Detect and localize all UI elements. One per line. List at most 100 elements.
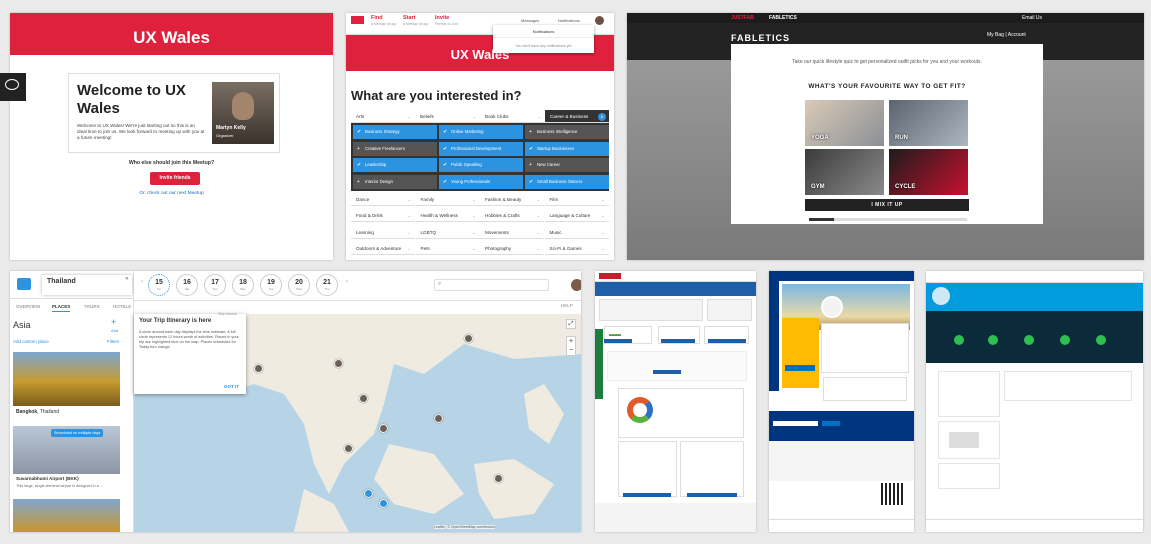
nav-start[interactable]: Start [403, 15, 416, 21]
place-image-bangkok[interactable] [13, 352, 120, 406]
category-item[interactable]: Sci-Fi & Games ⌄ [544, 242, 609, 255]
messages-link[interactable]: Messages [521, 18, 539, 23]
interest-business-strategy[interactable]: ✔ Business Strategy [353, 125, 437, 139]
category-item[interactable]: Health & Wellness ⌄ [415, 209, 480, 223]
fullscreen-icon[interactable]: ⤢ [566, 319, 576, 329]
search-button[interactable] [785, 365, 815, 371]
place-name-airport[interactable]: Suvarnabhumi Airport (BKK) [16, 476, 79, 481]
option-yoga[interactable]: YOGA [805, 100, 884, 146]
day-17[interactable]: 17 Sun [204, 274, 226, 296]
subscribe-button[interactable] [822, 421, 840, 426]
option-cycle[interactable]: CYCLE [889, 149, 968, 195]
close-icon[interactable]: ✕ [125, 276, 129, 282]
interest-young-professionals[interactable]: ✔ Young Professionals [439, 174, 523, 189]
email-us-link[interactable]: Email Us [1022, 15, 1042, 21]
category-item[interactable]: LGBTQ ⌄ [415, 226, 480, 239]
chat-button[interactable] [0, 73, 26, 101]
nav-find[interactable]: Find [371, 15, 383, 21]
category-item[interactable]: Language & Culture ⌄ [544, 209, 609, 223]
category-item[interactable]: Film ⌄ [544, 193, 609, 206]
map-pin[interactable] [434, 414, 443, 423]
view-more-button[interactable] [687, 493, 737, 497]
category-item[interactable]: Family ⌄ [415, 193, 480, 206]
zoom-controls[interactable]: + − [566, 336, 576, 356]
place-image-temple[interactable] [13, 499, 120, 532]
invite-friends-button[interactable]: Invite friends [150, 172, 200, 185]
select-button[interactable] [708, 339, 746, 343]
interest-interior-design[interactable]: + Interior Design [353, 174, 437, 189]
category-item[interactable]: Outdoors & Adventure ⌄ [351, 242, 415, 255]
trip-icon[interactable] [17, 278, 31, 290]
day-21[interactable]: 21 Thu [316, 274, 338, 296]
day-15[interactable]: 15 Fri [148, 274, 170, 296]
add-label[interactable]: Add [111, 328, 118, 333]
fabletics-topbar-link[interactable]: FABLETICS [769, 15, 797, 21]
map-pin[interactable] [379, 424, 388, 433]
country-selector[interactable]: Thailand ✕ [42, 275, 132, 295]
map-pin-selected[interactable] [364, 489, 373, 498]
avatar[interactable] [595, 16, 604, 25]
site-logo[interactable] [599, 273, 621, 279]
select-button[interactable] [604, 339, 632, 343]
notifications-link[interactable]: Notifications [558, 18, 580, 23]
tab-hotels[interactable]: HOTELS [113, 304, 131, 309]
interest-leadership[interactable]: ✔ Leadership [353, 158, 437, 172]
filters-link[interactable]: Filters [107, 339, 119, 344]
tab-places[interactable]: PLACES [52, 304, 71, 312]
category-item[interactable]: Learning ⌄ [351, 226, 415, 239]
category-item[interactable]: Food & Drink ⌄ [351, 209, 415, 223]
justfab-link[interactable]: JUSTFAB [731, 15, 754, 21]
day-16[interactable]: 16 Sat [176, 274, 198, 296]
interest-public-speaking[interactable]: ✔ Public Speaking [439, 158, 523, 172]
interest-business-intelligence[interactable]: + Business Intelligence [525, 125, 609, 139]
mix-it-up-button[interactable]: I MIX IT UP [805, 199, 969, 211]
map-pin[interactable] [464, 334, 473, 343]
brand-logo[interactable]: FABLETICS [731, 33, 790, 43]
interest-professional-development[interactable]: ✔ Professional Development [439, 141, 523, 156]
add-custom-place-link[interactable]: Add custom place [13, 339, 49, 344]
map-pin[interactable] [344, 444, 353, 453]
category-item[interactable]: Hobbies & Crafts ⌄ [480, 209, 544, 223]
map-pin[interactable] [494, 474, 503, 483]
map-pin[interactable] [254, 364, 263, 373]
add-icon[interactable]: + [111, 317, 116, 327]
place-image-airport[interactable]: Scheduled on multiple days [13, 426, 120, 474]
category-item[interactable]: Dance ⌄ [351, 193, 415, 206]
user-avatar[interactable] [571, 279, 581, 291]
category-career-business[interactable]: Career & Business 8 [545, 110, 609, 123]
map-pin-selected[interactable] [379, 499, 388, 508]
map-pin[interactable] [359, 394, 368, 403]
interest-online-marketing[interactable]: ✔ Online Marketing [439, 125, 523, 139]
select-button[interactable] [661, 339, 695, 343]
got-it-button[interactable]: GOT IT [224, 384, 239, 389]
interest-small-business-owners[interactable]: ✔ Small Business Owners [525, 174, 609, 189]
day-19[interactable]: 19 Tue [260, 274, 282, 296]
help-link[interactable]: HELP [561, 303, 573, 308]
next-meetup-link[interactable]: Or, check out our next Meetup [10, 191, 333, 196]
chevron-right-icon[interactable]: › [346, 279, 348, 285]
nav-invite[interactable]: Invite [435, 15, 449, 21]
meetup-logo[interactable] [351, 16, 364, 24]
view-more-button[interactable] [623, 493, 671, 497]
day-20[interactable]: 20 Wed [288, 274, 310, 296]
search-input[interactable]: ⌕ [434, 279, 549, 291]
skip-tutorial-link[interactable]: Skip tutorial [218, 312, 237, 316]
tab-tours[interactable]: TOURS [84, 304, 100, 309]
chevron-left-icon[interactable]: ‹ [141, 279, 143, 285]
place-name-bangkok[interactable]: Bangkok, Thailand [16, 409, 59, 415]
interest-startup-businesses[interactable]: ✔ Startup Businesses [525, 141, 609, 156]
interest-new-career[interactable]: + New Career [525, 158, 609, 172]
tab-overview[interactable]: OVERVIEW [16, 304, 40, 309]
category-item[interactable]: Movements ⌄ [480, 226, 544, 239]
option-gym[interactable]: GYM [805, 149, 884, 195]
continue-button[interactable] [653, 370, 681, 374]
day-18[interactable]: 18 Mon [232, 274, 254, 296]
category-item[interactable]: Fashion & Beauty ⌄ [480, 193, 544, 206]
interest-creative-freelancers[interactable]: + Creative Freelancers [353, 141, 437, 156]
category-beliefs[interactable]: Beliefs ⌄ [415, 110, 480, 123]
category-item[interactable]: Music ⌄ [544, 226, 609, 239]
email-input[interactable] [773, 421, 818, 426]
category-arts[interactable]: Arts ⌄ [351, 110, 415, 123]
map-pin[interactable] [334, 359, 343, 368]
category-item[interactable]: Photography ⌄ [480, 242, 544, 255]
